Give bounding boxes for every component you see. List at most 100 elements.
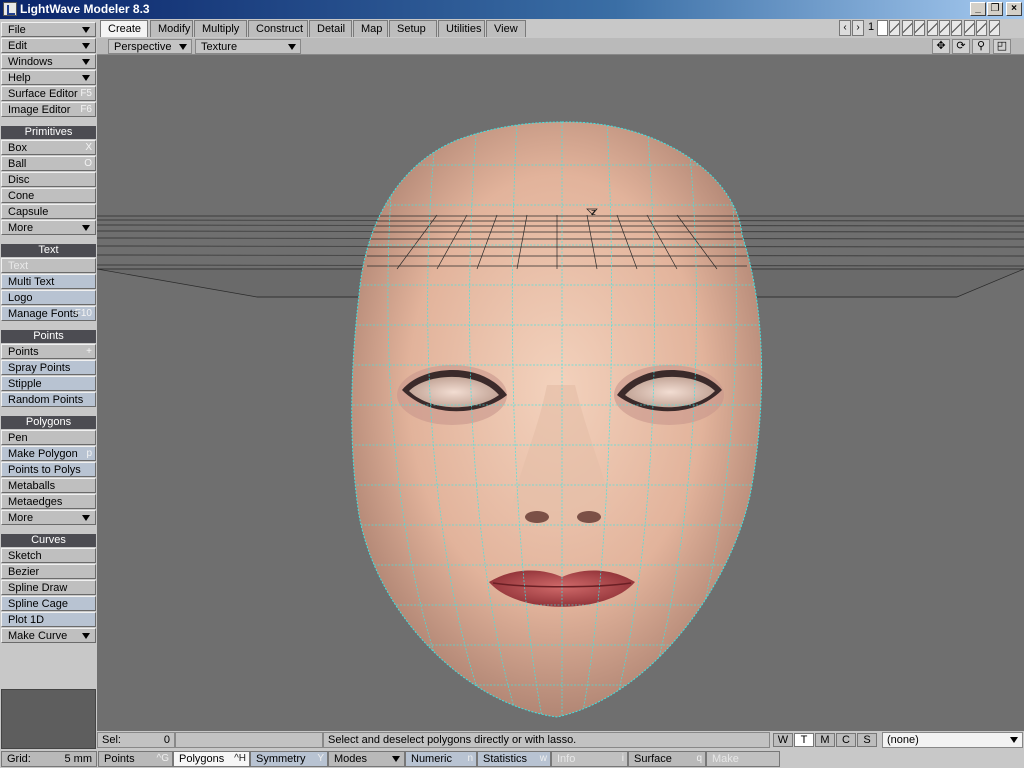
tool-label: Metaedges [8,496,63,508]
tool-manage-fonts-button[interactable]: Manage Fonts F10 [1,306,96,321]
tool-disc-button[interactable]: Disc [1,172,96,187]
tab-construct[interactable]: Construct [248,20,308,37]
viewport-header: Perspective Texture ✥ ⟳ ⚲ ◰ [97,38,1024,55]
chevron-down-icon [82,43,90,49]
tool-box-button[interactable]: Box X [1,140,96,155]
tab-create[interactable]: Create [100,20,148,37]
chevron-down-icon [82,225,90,231]
tool-multi-text-button[interactable]: Multi Text [1,274,96,289]
button-label: Polygons [179,753,225,765]
tool-ball-button[interactable]: Ball O [1,156,96,171]
maximize-viewport-icon[interactable]: ◰ [993,39,1011,54]
tool-more-button[interactable]: More [1,220,96,235]
tool-label: Pen [8,432,28,444]
tab-detail[interactable]: Detail [309,20,352,37]
tool-metaballs-button[interactable]: Metaballs [1,478,96,493]
shortcut-key: Y [317,753,324,764]
vmap-c-button[interactable]: C [836,733,856,747]
tool-logo-button[interactable]: Logo [1,290,96,305]
layer-slot[interactable] [877,20,888,36]
layer-slot[interactable] [914,20,926,36]
vmap-t-button[interactable]: T [794,733,814,747]
layer-slot[interactable] [901,20,913,36]
layer-slot[interactable] [889,20,901,36]
vmap-s-button[interactable]: S [857,733,877,747]
tool-bezier-button[interactable]: Bezier [1,564,96,579]
tool-windows-button[interactable]: Windows [1,54,96,69]
modes-button[interactable]: Modes [328,751,405,767]
rotate-view-icon[interactable]: ⟳ [952,39,970,54]
tool-make-curve-button[interactable]: Make Curve [1,628,96,643]
shortcut-key: X [85,142,92,153]
polygons-button[interactable]: Polygons ^H [173,751,250,767]
tool-sketch-button[interactable]: Sketch [1,548,96,563]
layer-slot[interactable] [963,20,975,36]
layer-slot[interactable] [976,20,988,36]
vmap-dropdown[interactable]: (none) [882,732,1023,748]
title-bar: LightWave Modeler 8.3 _ ❐ × [0,0,1024,19]
tool-label: Metaballs [8,480,56,492]
layer-slot[interactable] [988,20,1000,36]
tool-label: Surface Editor [8,88,78,100]
surface-button[interactable]: Surface q [628,751,706,767]
tool-cone-button[interactable]: Cone [1,188,96,203]
minimize-button[interactable]: _ [970,2,986,16]
tool-more-button[interactable]: More [1,510,96,525]
tab-setup[interactable]: Setup [389,20,437,37]
tool-surface-editor-button[interactable]: Surface Editor F5 [1,86,96,101]
symmetry-button[interactable]: Symmetry Y [250,751,328,767]
tool-label: Spline Draw [8,582,68,594]
points-button[interactable]: Points ^G [98,751,173,767]
tool-file-button[interactable]: File [1,22,96,37]
tool-capsule-button[interactable]: Capsule [1,204,96,219]
zoom-view-icon[interactable]: ⚲ [972,39,990,54]
tab-view[interactable]: View [486,20,526,37]
next-object-button[interactable]: › [852,20,864,36]
tool-spline-cage-button[interactable]: Spline Cage [1,596,96,611]
tool-image-editor-button[interactable]: Image Editor F6 [1,102,96,117]
chevron-down-icon [82,515,90,521]
vmap-w-button[interactable]: W [773,733,793,747]
tool-points-to-polys-button[interactable]: Points to Polys [1,462,96,477]
tool-make-polygon-button[interactable]: Make Polygon p [1,446,96,461]
tool-metaedges-button[interactable]: Metaedges [1,494,96,509]
move-view-icon[interactable]: ✥ [932,39,950,54]
chevron-down-icon [82,59,90,65]
tool-label: Points to Polys [8,464,81,476]
tab-utilities[interactable]: Utilities [438,20,485,37]
tool-stipple-button[interactable]: Stipple [1,376,96,391]
render-mode-dropdown[interactable]: Texture [195,39,301,54]
shortcut-key: + [86,346,92,357]
perspective-viewport[interactable]: z [97,55,1024,731]
tab-modify[interactable]: Modify [150,20,193,37]
tool-spray-points-button[interactable]: Spray Points [1,360,96,375]
points-section-header: Points [1,330,96,343]
tool-spline-draw-button[interactable]: Spline Draw [1,580,96,595]
tab-map[interactable]: Map [353,20,388,37]
layer-slot[interactable] [926,20,938,36]
vmap-m-button[interactable]: M [815,733,835,747]
close-button[interactable]: × [1006,2,1022,16]
prev-object-button[interactable]: ‹ [839,20,851,36]
button-label: Statistics [483,753,528,765]
numeric-button[interactable]: Numeric n [405,751,477,767]
viewport-canvas[interactable]: z [97,55,1024,731]
restore-button[interactable]: ❐ [987,2,1003,16]
tab-multiply[interactable]: Multiply [194,20,247,37]
tool-help-button[interactable]: Help [1,70,96,85]
chevron-down-icon [82,75,90,81]
layer-slot[interactable] [939,20,950,36]
tool-label: Capsule [8,206,49,218]
shortcut-key: ^H [234,753,246,764]
curves-section-header: Curves [1,534,96,547]
statistics-button[interactable]: Statistics w [477,751,551,767]
button-label: Modes [334,753,368,765]
selection-count: Sel: 0 [97,732,175,748]
tool-edit-button[interactable]: Edit [1,38,96,53]
view-mode-dropdown[interactable]: Perspective [108,39,192,54]
tool-points-button[interactable]: Points + [1,344,96,359]
tool-random-points-button[interactable]: Random Points [1,392,96,407]
tool-plot-1d-button[interactable]: Plot 1D [1,612,96,627]
tool-pen-button[interactable]: Pen [1,430,96,445]
layer-slot[interactable] [951,20,963,36]
